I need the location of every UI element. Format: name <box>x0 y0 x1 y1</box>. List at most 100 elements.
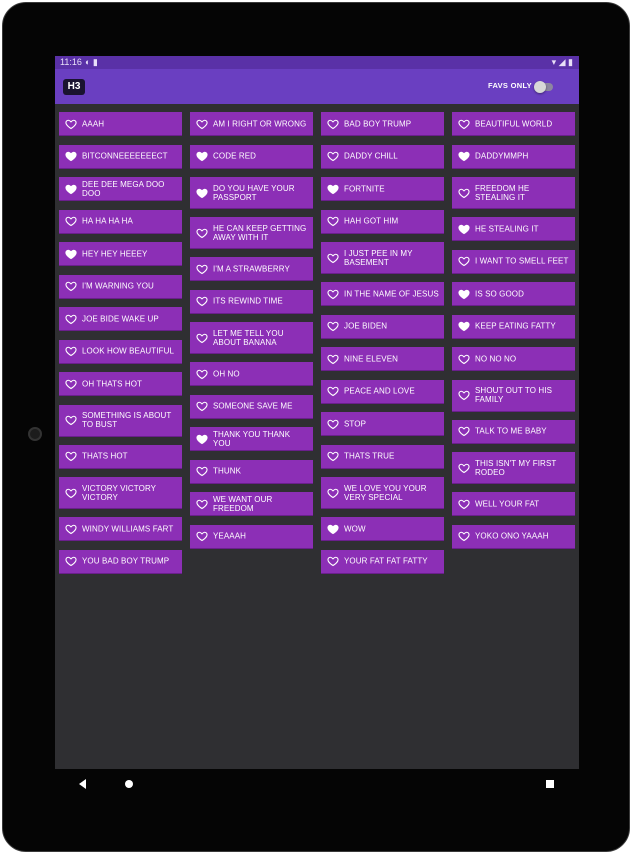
back-icon[interactable] <box>79 779 86 789</box>
sound-button[interactable]: NINE ELEVEN <box>321 347 444 371</box>
heart-outline-icon[interactable] <box>65 523 77 535</box>
heart-filled-icon[interactable] <box>65 248 77 260</box>
heart-filled-icon[interactable] <box>458 320 470 332</box>
heart-filled-icon[interactable] <box>196 150 208 162</box>
sound-button[interactable]: HEY HEY HEEEY <box>59 242 182 266</box>
heart-outline-icon[interactable] <box>196 498 208 510</box>
sound-button[interactable]: LET ME TELL YOU ABOUT BANANA <box>190 322 313 354</box>
heart-outline-icon[interactable] <box>196 118 208 130</box>
sound-button[interactable]: CODE RED <box>190 144 313 169</box>
heart-outline-icon[interactable] <box>196 263 208 275</box>
heart-outline-icon[interactable] <box>327 555 339 567</box>
sound-button[interactable]: WE WANT OUR FREEDOM <box>190 492 313 516</box>
heart-outline-icon[interactable] <box>458 498 470 510</box>
sound-button[interactable]: DADDYMMPH <box>452 144 575 169</box>
heart-filled-icon[interactable] <box>65 183 77 195</box>
sound-button[interactable]: I WANT TO SMELL FEET <box>452 249 575 274</box>
sound-button[interactable]: I'M A STRAWBERRY <box>190 257 313 281</box>
sound-button[interactable]: SHOUT OUT TO HIS FAMILY <box>452 379 575 412</box>
sound-button[interactable]: PEACE AND LOVE <box>321 379 444 404</box>
sound-button[interactable]: OH NO <box>190 362 313 386</box>
heart-outline-icon[interactable] <box>65 555 77 567</box>
heart-outline-icon[interactable] <box>458 530 470 542</box>
heart-outline-icon[interactable] <box>65 345 77 357</box>
sound-button[interactable]: WOW <box>321 517 444 541</box>
heart-outline-icon[interactable] <box>196 530 208 542</box>
sound-button[interactable]: YEAAAH <box>190 524 313 549</box>
sound-button[interactable]: BITCONNEEEEEEECT <box>59 144 182 169</box>
heart-outline-icon[interactable] <box>327 118 339 130</box>
heart-outline-icon[interactable] <box>458 118 470 130</box>
sound-button[interactable]: HE CAN KEEP GETTING AWAY WITH IT <box>190 217 313 249</box>
heart-filled-icon[interactable] <box>458 150 470 162</box>
sound-button[interactable]: IN THE NAME OF JESUS <box>321 282 444 306</box>
heart-filled-icon[interactable] <box>196 187 208 199</box>
sound-button[interactable]: I JUST PEE IN MY BASEMENT <box>321 242 444 274</box>
heart-filled-icon[interactable] <box>327 183 339 195</box>
sound-button[interactable]: YOUR FAT FAT FATTY <box>321 549 444 574</box>
sound-button[interactable]: FREEDOM HE STEALING IT <box>452 177 575 209</box>
sound-button[interactable]: TALK TO ME BABY <box>452 419 575 444</box>
sound-button[interactable]: NO NO NO <box>452 347 575 371</box>
heart-outline-icon[interactable] <box>196 400 208 412</box>
sound-button[interactable]: OH THATS HOT <box>59 372 182 396</box>
sound-button[interactable]: WELL YOUR FAT <box>452 492 575 516</box>
sound-button[interactable]: AM I RIGHT OR WRONG <box>190 112 313 136</box>
heart-outline-icon[interactable] <box>327 418 339 430</box>
heart-outline-icon[interactable] <box>458 187 470 199</box>
heart-outline-icon[interactable] <box>458 425 470 437</box>
sound-button[interactable]: THUNK <box>190 459 313 484</box>
heart-filled-icon[interactable] <box>458 223 470 235</box>
heart-outline-icon[interactable] <box>458 389 470 401</box>
sound-button[interactable]: LOOK HOW BEAUTIFUL <box>59 339 182 364</box>
heart-outline-icon[interactable] <box>327 353 339 365</box>
sound-button[interactable]: WE LOVE YOU YOUR VERY SPECIAL <box>321 477 444 509</box>
sound-button[interactable]: YOU BAD BOY TRUMP <box>59 549 182 574</box>
sound-button[interactable]: HAH GOT HIM <box>321 209 444 234</box>
sound-button[interactable]: THATS TRUE <box>321 444 444 469</box>
heart-outline-icon[interactable] <box>196 295 208 307</box>
heart-outline-icon[interactable] <box>65 215 77 227</box>
recents-icon[interactable] <box>546 780 554 788</box>
sound-button[interactable]: STOP <box>321 412 444 436</box>
sound-button[interactable]: JOE BIDEN <box>321 314 444 339</box>
heart-outline-icon[interactable] <box>327 252 339 264</box>
heart-filled-icon[interactable] <box>327 523 339 535</box>
sound-button[interactable]: BEAUTIFUL WORLD <box>452 112 575 136</box>
heart-outline-icon[interactable] <box>65 118 77 130</box>
sound-button[interactable]: IS SO GOOD <box>452 282 575 306</box>
heart-outline-icon[interactable] <box>327 385 339 397</box>
sound-button[interactable]: DADDY CHILL <box>321 144 444 169</box>
heart-outline-icon[interactable] <box>458 255 470 267</box>
sound-button[interactable]: WINDY WILLIAMS FART <box>59 517 182 541</box>
sound-button[interactable]: SOMEONE SAVE ME <box>190 394 313 419</box>
sound-button[interactable]: THANK YOU THANK YOU <box>190 427 313 451</box>
sound-button[interactable]: FORTNITE <box>321 177 444 201</box>
heart-outline-icon[interactable] <box>327 450 339 462</box>
sound-button[interactable]: HA HA HA HA <box>59 209 182 234</box>
toggle-knob[interactable] <box>534 81 546 93</box>
heart-outline-icon[interactable] <box>196 332 208 344</box>
heart-outline-icon[interactable] <box>65 450 77 462</box>
sound-button[interactable]: SOMETHING IS ABOUT TO BUST <box>59 404 182 437</box>
heart-filled-icon[interactable] <box>65 150 77 162</box>
sound-button[interactable]: THATS HOT <box>59 444 182 469</box>
heart-outline-icon[interactable] <box>65 313 77 325</box>
heart-outline-icon[interactable] <box>65 280 77 292</box>
heart-filled-icon[interactable] <box>458 288 470 300</box>
sound-button[interactable]: HE STEALING IT <box>452 217 575 241</box>
sound-button[interactable]: JOE BIDE WAKE UP <box>59 307 182 331</box>
heart-filled-icon[interactable] <box>196 433 208 445</box>
sound-button[interactable]: DO YOU HAVE YOUR PASSPORT <box>190 177 313 209</box>
heart-outline-icon[interactable] <box>65 414 77 426</box>
sound-button[interactable]: KEEP EATING FATTY <box>452 314 575 339</box>
heart-outline-icon[interactable] <box>327 487 339 499</box>
heart-outline-icon[interactable] <box>327 288 339 300</box>
sound-button[interactable]: DEE DEE MEGA DOO DOO <box>59 177 182 201</box>
sound-button[interactable]: ITS REWIND TIME <box>190 289 313 314</box>
heart-outline-icon[interactable] <box>65 378 77 390</box>
sound-button[interactable]: BAD BOY TRUMP <box>321 112 444 136</box>
sound-button[interactable]: AAAH <box>59 112 182 136</box>
sound-button[interactable]: I'M WARNING YOU <box>59 274 182 299</box>
heart-outline-icon[interactable] <box>458 353 470 365</box>
